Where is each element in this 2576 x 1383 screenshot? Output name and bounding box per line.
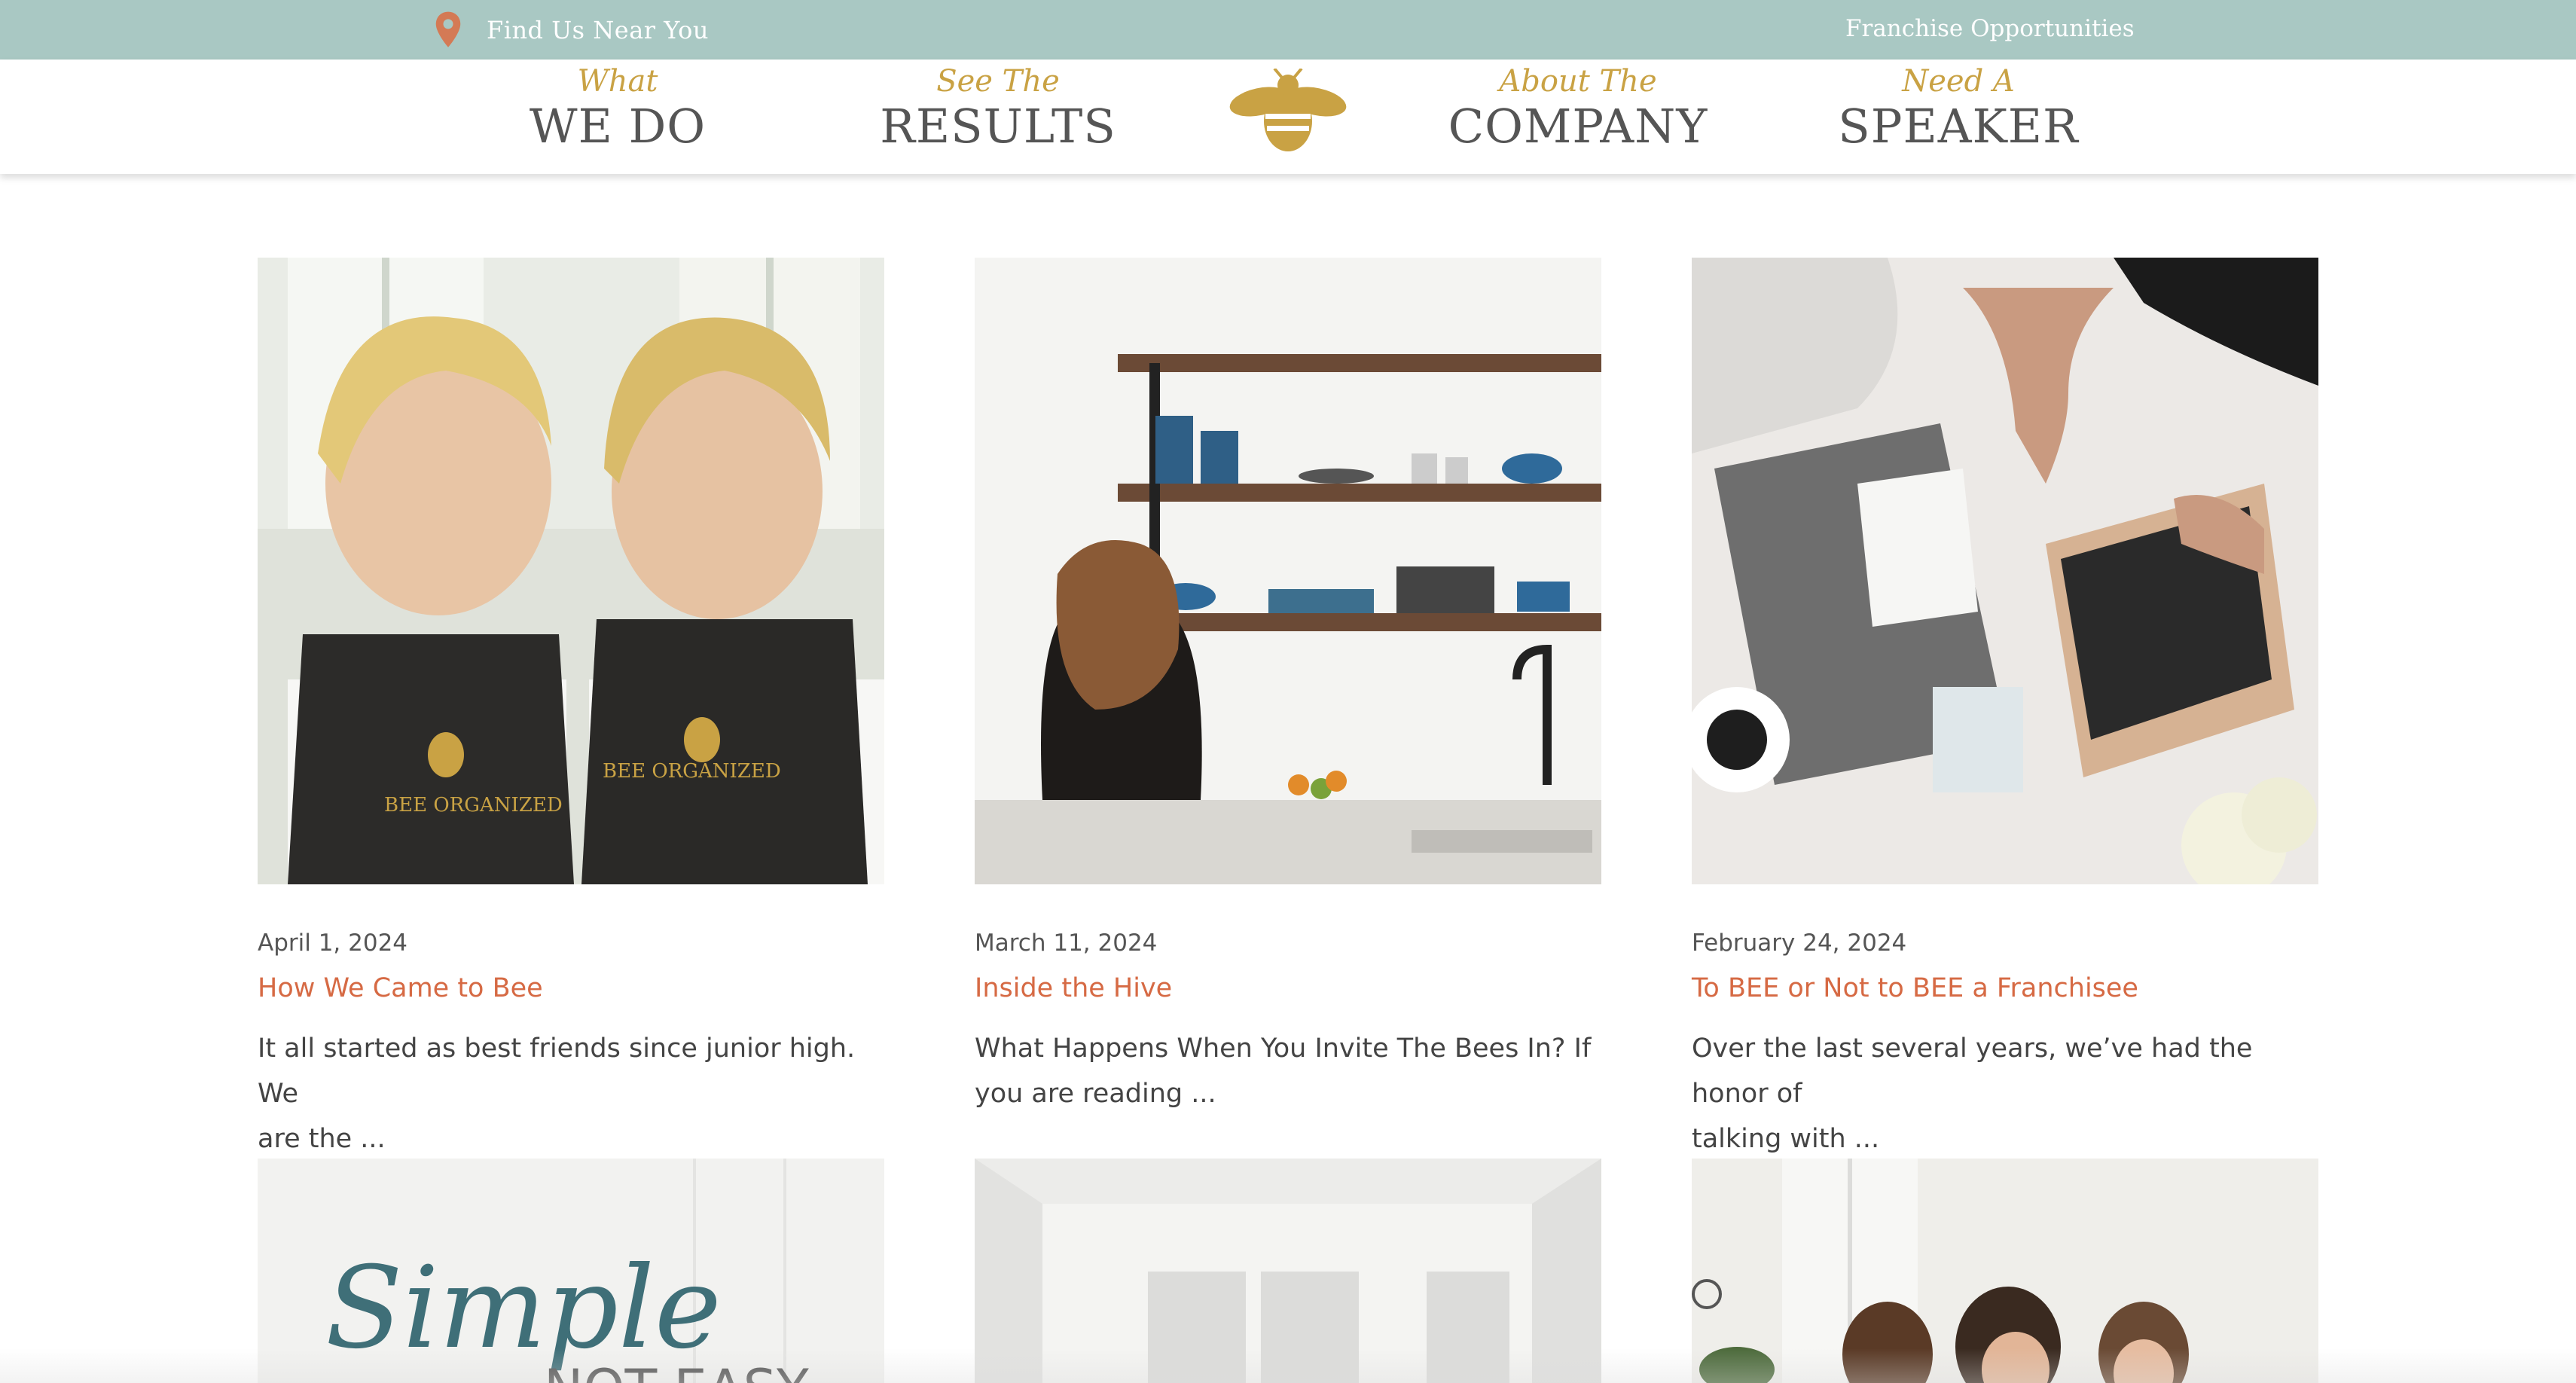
- post-title-link[interactable]: To BEE or Not to BEE a Franchisee: [1692, 973, 2138, 1003]
- post-title-link[interactable]: Inside the Hive: [975, 973, 1172, 1003]
- nav-need-a-speaker[interactable]: Need A SPEAKER: [1830, 60, 2086, 153]
- apron-text-left: BEE ORGANIZED: [384, 794, 563, 817]
- excerpt-line: are the ...: [258, 1124, 386, 1154]
- post-image-laptop[interactable]: [1692, 258, 2318, 884]
- not-easy-text: NOT EASY: [544, 1358, 809, 1383]
- post-image-white-room[interactable]: [975, 1159, 1601, 1383]
- location-pin-icon: [435, 11, 461, 47]
- nav-main-label: COMPANY: [1448, 99, 1708, 154]
- kitchen-photo: [975, 258, 1601, 884]
- find-us-link[interactable]: Find Us Near You: [432, 11, 709, 50]
- post-image-simple-not-easy[interactable]: Simple NOT EASY: [258, 1159, 884, 1383]
- nav-main-label: RESULTS: [880, 99, 1116, 154]
- simple-script-text: Simple: [325, 1243, 722, 1374]
- nav-script-label: Need A: [1902, 64, 2015, 99]
- excerpt-line: What Happens When You Invite The Bees In…: [975, 1033, 1592, 1064]
- laptop-desk-photo: [1692, 258, 2318, 884]
- founders-photo: BEE ORGANIZED BEE ORGANIZED: [258, 258, 884, 884]
- excerpt-line: Over the last several years, we’ve had t…: [1692, 1033, 2253, 1109]
- franchise-opportunities-link[interactable]: Franchise Opportunities: [1845, 15, 2135, 42]
- nav-script-label: See The: [936, 64, 1060, 99]
- nav-see-the-results[interactable]: See The RESULTS: [877, 60, 1119, 153]
- nav-what-we-do[interactable]: What WE DO: [512, 60, 723, 153]
- post-excerpt: Over the last several years, we’ve had t…: [1692, 1026, 2324, 1162]
- post-image-founders[interactable]: BEE ORGANIZED BEE ORGANIZED: [258, 258, 884, 884]
- simple-not-easy-graphic: Simple NOT EASY: [258, 1159, 884, 1383]
- excerpt-line: talking with ...: [1692, 1124, 1880, 1154]
- post-date: February 24, 2024: [1692, 930, 1907, 957]
- excerpt-line: It all started as best friends since jun…: [258, 1033, 856, 1109]
- top-utility-bar: Find Us Near You Franchise Opportunities: [0, 0, 2576, 60]
- main-navigation: What WE DO See The RESULTS About The COM…: [0, 60, 2576, 174]
- nav-script-label: What: [577, 64, 658, 99]
- post-image-team[interactable]: [1692, 1159, 2318, 1383]
- post-excerpt: It all started as best friends since jun…: [258, 1026, 890, 1162]
- post-image-kitchen[interactable]: [975, 258, 1601, 884]
- post-date: April 1, 2024: [258, 930, 408, 957]
- nav-about-the-company[interactable]: About The COMPANY: [1431, 60, 1725, 153]
- nav-main-label: WE DO: [529, 99, 707, 154]
- white-room-photo: [975, 1159, 1601, 1383]
- find-us-label: Find Us Near You: [487, 16, 709, 44]
- post-date: March 11, 2024: [975, 930, 1158, 957]
- post-title-link[interactable]: How We Came to Bee: [258, 973, 543, 1003]
- bee-logo-icon[interactable]: [1228, 69, 1348, 159]
- nav-main-label: SPEAKER: [1838, 99, 2079, 154]
- nav-script-label: About The: [1499, 64, 1657, 99]
- excerpt-line: you are reading ...: [975, 1079, 1216, 1109]
- apron-text-right: BEE ORGANIZED: [603, 760, 781, 783]
- post-excerpt: What Happens When You Invite The Bees In…: [975, 1026, 1607, 1116]
- team-photo: [1692, 1159, 2318, 1383]
